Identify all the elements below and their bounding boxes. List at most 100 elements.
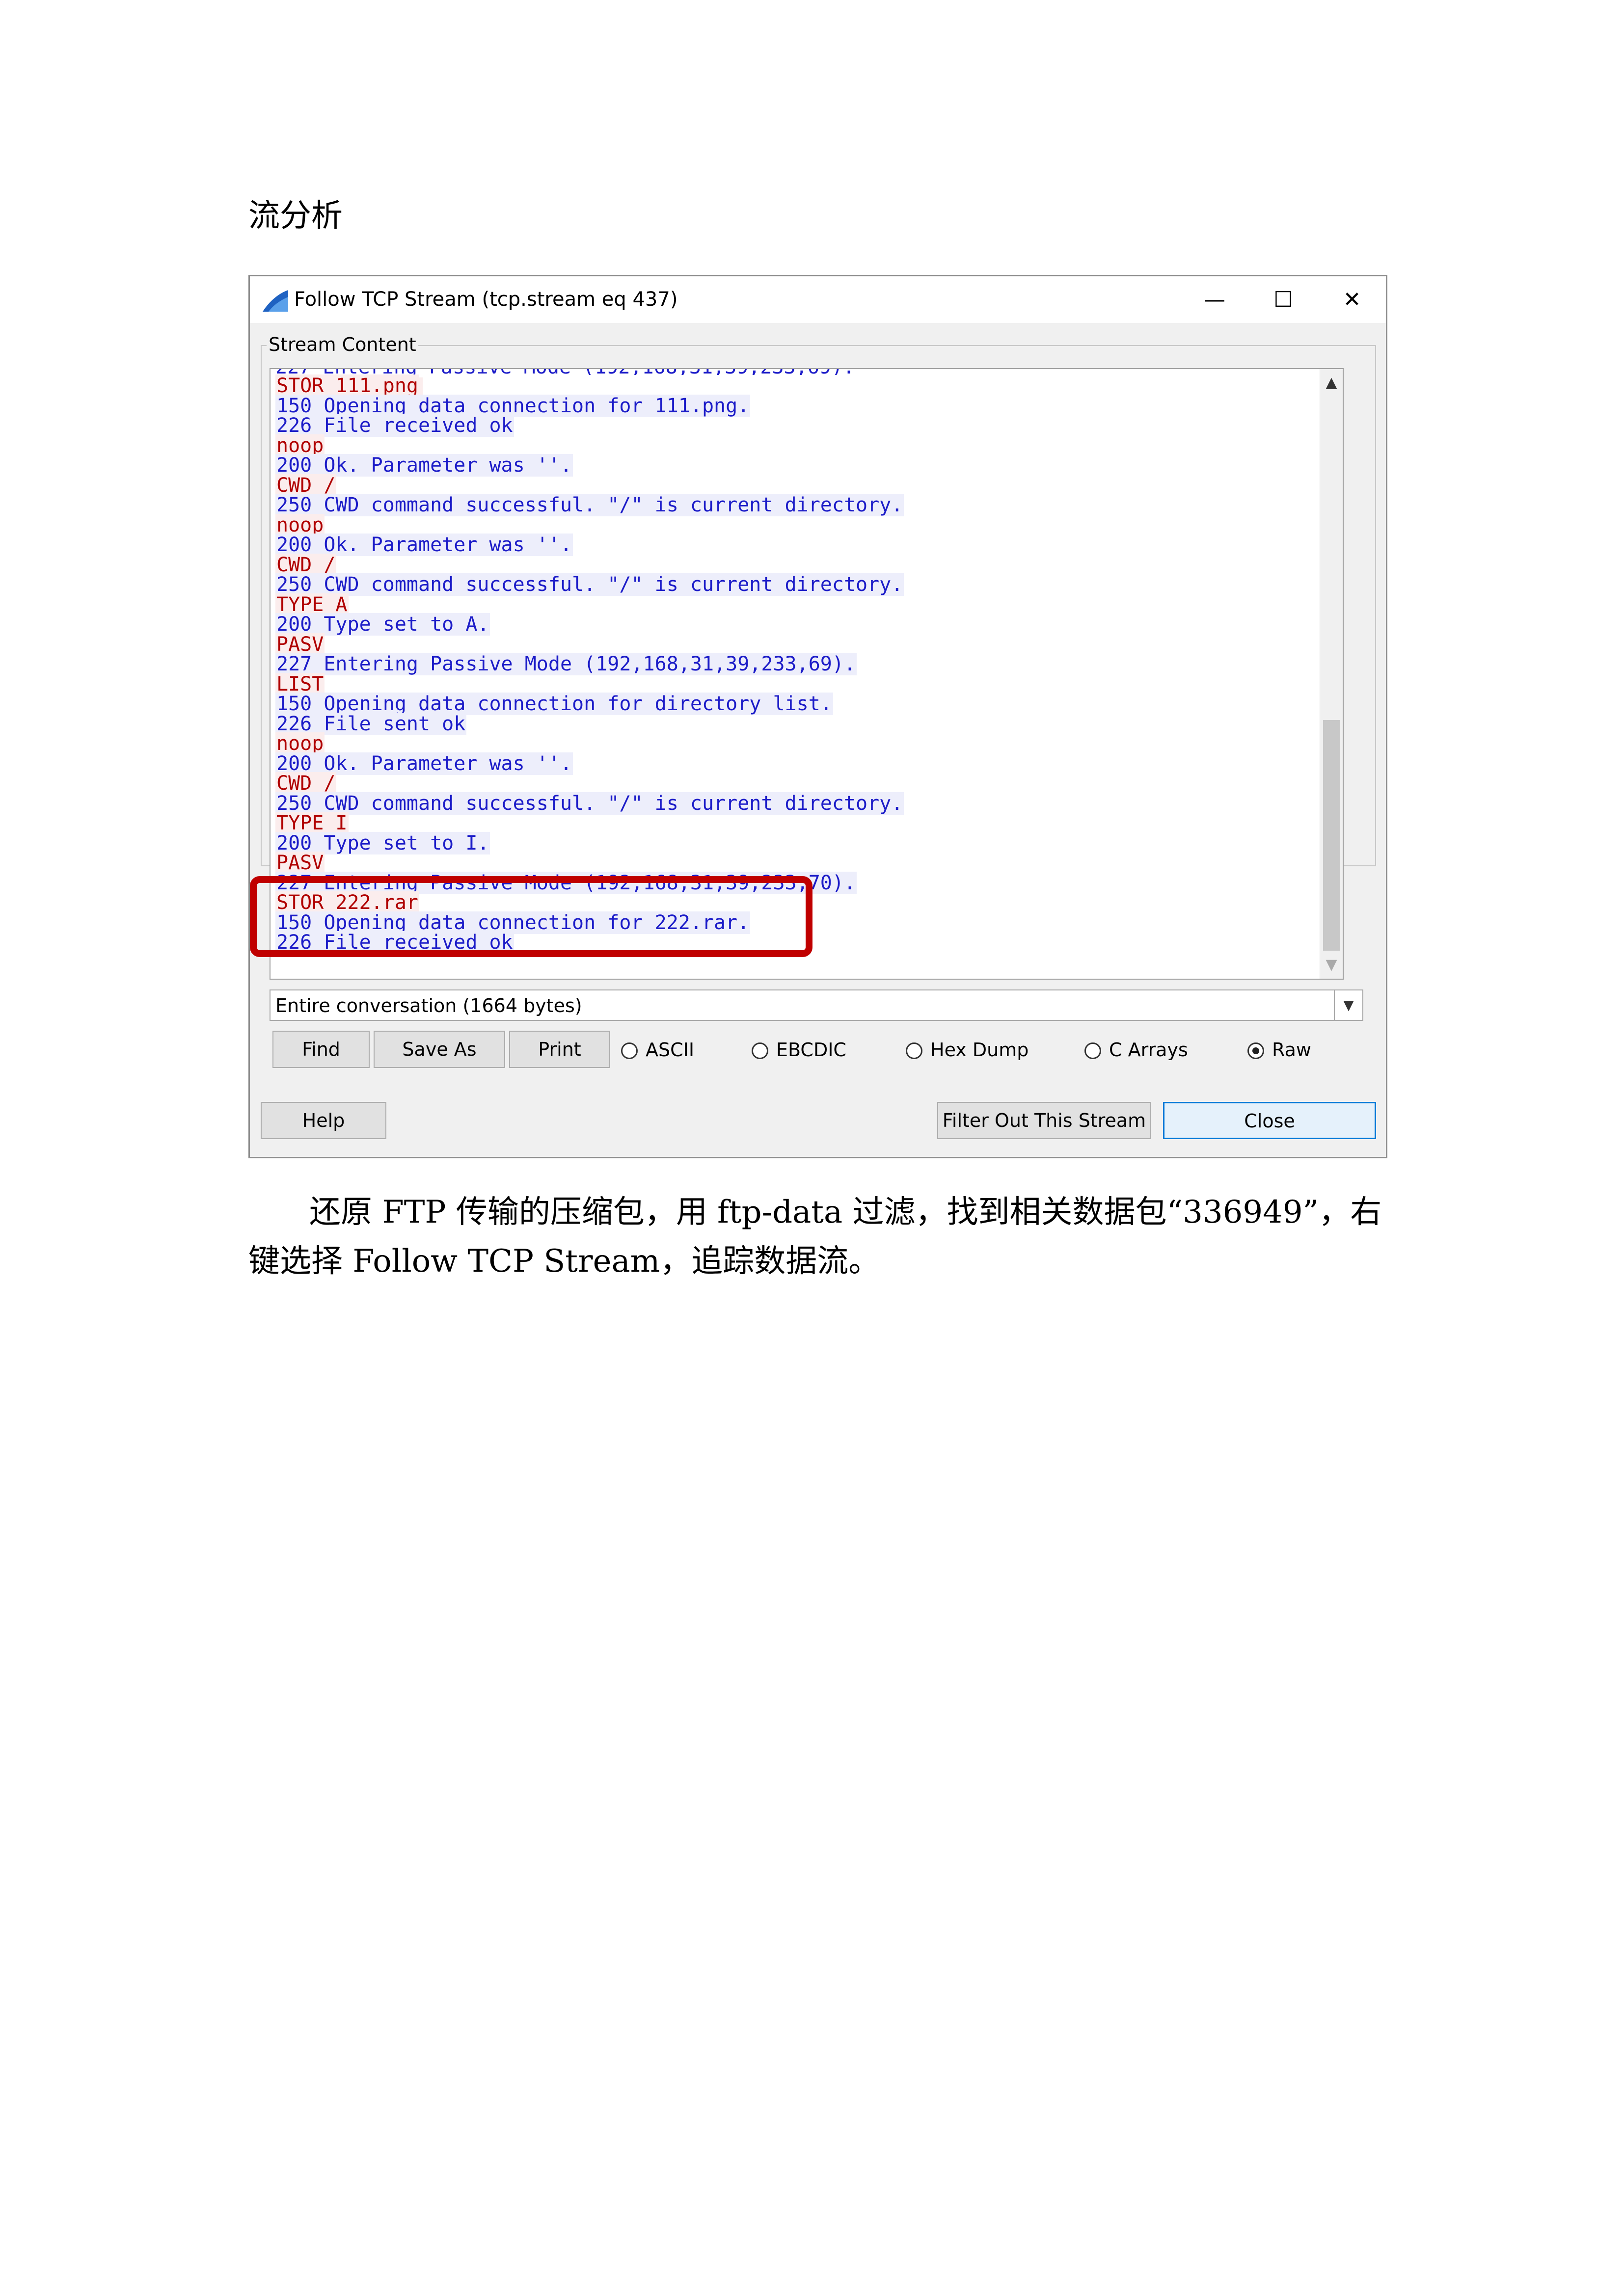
radio-c-arrays-circle — [1084, 1042, 1101, 1059]
radio-ascii[interactable]: ASCII — [621, 1038, 694, 1062]
client-line: STOR 111.png — [275, 374, 904, 397]
radio-raw-label: Raw — [1272, 1039, 1311, 1061]
stream-line-text: 200 Ok. Parameter was ''. — [275, 534, 573, 556]
text-caret — [419, 377, 423, 396]
stream-line-text: noop — [275, 513, 325, 536]
stream-line-text: 226 File sent ok — [275, 712, 467, 735]
stream-line-text: 250 CWD command successful. "/" is curre… — [275, 792, 904, 815]
client-line: noop — [275, 434, 904, 457]
radio-raw[interactable]: Raw — [1247, 1038, 1311, 1062]
stream-line-text: PASV — [275, 852, 325, 874]
body-paragraph: 还原 FTP 传输的压缩包，用 ftp-data 过滤，找到相关数据包“3369… — [248, 1194, 1382, 1280]
client-line: TYPE A — [275, 593, 904, 616]
server-line: 200 Ok. Parameter was ''. — [275, 454, 904, 477]
help-button[interactable]: Help — [261, 1102, 386, 1139]
close-button[interactable]: Close — [1163, 1102, 1376, 1139]
section-heading: 流分析 — [248, 198, 343, 234]
title-bar: Follow TCP Stream (tcp.stream eq 437) — … — [250, 276, 1386, 323]
stream-line-text: PASV — [275, 633, 325, 656]
stream-line-text: noop — [275, 732, 325, 755]
server-line: 250 CWD command successful. "/" is curre… — [275, 573, 904, 596]
server-line: 150 Opening data connection for 111.png. — [275, 394, 904, 417]
client-line: LIST — [275, 672, 904, 695]
stream-line-text: 200 Type set to I. — [275, 831, 490, 854]
radio-hex-dump-label: Hex Dump — [930, 1039, 1029, 1061]
stream-line-text: 200 Ok. Parameter was ''. — [275, 752, 573, 775]
radio-ebcdic[interactable]: EBCDIC — [752, 1038, 846, 1062]
radio-ebcdic-circle — [752, 1042, 768, 1059]
server-line: 200 Type set to I. — [275, 831, 904, 854]
client-line: PASV — [275, 852, 904, 874]
stream-line-text: TYPE I — [275, 812, 349, 834]
client-line: STOR 222.rar — [275, 891, 904, 914]
radio-ascii-circle — [621, 1042, 638, 1059]
stream-line-text: 150 Opening data connection for director… — [275, 693, 833, 715]
server-line: 200 Ok. Parameter was ''. — [275, 534, 904, 556]
stream-line-text: 250 CWD command successful. "/" is curre… — [275, 494, 904, 516]
radio-hex-dump-circle — [906, 1042, 922, 1059]
scroll-up-icon[interactable]: ▲ — [1320, 373, 1343, 393]
stream-line-text: LIST — [275, 672, 325, 695]
server-line: 226 File sent ok — [275, 712, 904, 735]
server-line: 226 File received ok — [275, 414, 904, 437]
window-close-button[interactable]: ✕ — [1323, 282, 1381, 318]
find-button[interactable]: Find — [272, 1031, 370, 1068]
server-line: 150 Opening data connection for 222.rar. — [275, 911, 904, 934]
maximize-button[interactable]: ☐ — [1254, 282, 1313, 318]
stream-content-label: Stream Content — [267, 333, 418, 356]
server-line: 200 Ok. Parameter was ''. — [275, 752, 904, 775]
server-line: 250 CWD command successful. "/" is curre… — [275, 792, 904, 815]
filter-out-stream-button[interactable]: Filter Out This Stream — [937, 1102, 1151, 1139]
clipped-stream-line: 227 Entering Passive Mode (192,168,31,39… — [275, 369, 855, 375]
stream-line-text: 227 Entering Passive Mode (192,168,31,39… — [275, 871, 857, 894]
stream-line-text: 226 File received ok — [275, 931, 514, 954]
server-line: 227 Entering Passive Mode (192,168,31,39… — [275, 871, 904, 894]
save-as-button[interactable]: Save As — [374, 1031, 505, 1068]
window-title: Follow TCP Stream (tcp.stream eq 437) — [294, 288, 678, 311]
print-button[interactable]: Print — [509, 1031, 610, 1068]
client-line: CWD / — [275, 772, 904, 795]
vertical-scrollbar[interactable]: ▲ ▼ — [1320, 369, 1343, 979]
client-line: PASV — [275, 633, 904, 656]
radio-hex-dump[interactable]: Hex Dump — [906, 1038, 1029, 1062]
radio-ascii-label: ASCII — [646, 1039, 695, 1061]
stream-line-text: TYPE A — [275, 593, 349, 616]
stream-line-text: STOR 222.rar — [275, 891, 419, 914]
server-line: 227 Entering Passive Mode (192,168,31,39… — [275, 653, 904, 675]
follow-tcp-stream-dialog: Follow TCP Stream (tcp.stream eq 437) — … — [248, 275, 1387, 1158]
radio-ebcdic-label: EBCDIC — [776, 1039, 846, 1061]
stream-line-text: 200 Type set to A. — [275, 613, 490, 636]
stream-line-text: CWD / — [275, 474, 337, 497]
stream-text-area[interactable]: 227 Entering Passive Mode (192,168,31,39… — [270, 368, 1344, 980]
server-line: 226 File received ok — [275, 931, 904, 954]
radio-c-arrays-label: C Arrays — [1109, 1039, 1188, 1061]
client-line: noop — [275, 513, 904, 536]
client-line: CWD / — [275, 553, 904, 576]
scroll-down-icon[interactable]: ▼ — [1320, 955, 1343, 975]
stream-line-text: 150 Opening data connection for 222.rar. — [275, 911, 751, 934]
radio-c-arrays[interactable]: C Arrays — [1084, 1038, 1188, 1062]
conversation-select-value: Entire conversation (1664 bytes) — [275, 995, 582, 1016]
client-line: noop — [275, 732, 904, 755]
stream-line-text: noop — [275, 434, 325, 457]
chevron-down-icon[interactable]: ▼ — [1334, 990, 1362, 1020]
client-line: TYPE I — [275, 812, 904, 834]
stream-line-text: 150 Opening data connection for 111.png. — [275, 394, 751, 417]
conversation-select[interactable]: Entire conversation (1664 bytes) ▼ — [270, 989, 1363, 1021]
server-line: 200 Type set to A. — [275, 613, 904, 636]
stream-line-text: 200 Ok. Parameter was ''. — [275, 454, 573, 477]
stream-line-text: 226 File received ok — [275, 414, 514, 437]
server-line: 250 CWD command successful. "/" is curre… — [275, 494, 904, 516]
client-line: CWD / — [275, 474, 904, 497]
radio-raw-circle — [1247, 1042, 1264, 1059]
wireshark-fin-icon — [263, 290, 288, 312]
server-line: 150 Opening data connection for director… — [275, 693, 904, 715]
stream-lines: STOR 111.png 150 Opening data connection … — [275, 374, 904, 954]
stream-line-text: 227 Entering Passive Mode (192,168,31,39… — [275, 653, 857, 675]
stream-line-text: CWD / — [275, 553, 337, 576]
scroll-thumb[interactable] — [1323, 720, 1340, 951]
stream-line-text: 250 CWD command successful. "/" is curre… — [275, 573, 904, 596]
stream-line-text: STOR 111.png — [275, 374, 419, 397]
stream-line-text: CWD / — [275, 772, 337, 795]
minimize-button[interactable]: — — [1185, 282, 1244, 318]
